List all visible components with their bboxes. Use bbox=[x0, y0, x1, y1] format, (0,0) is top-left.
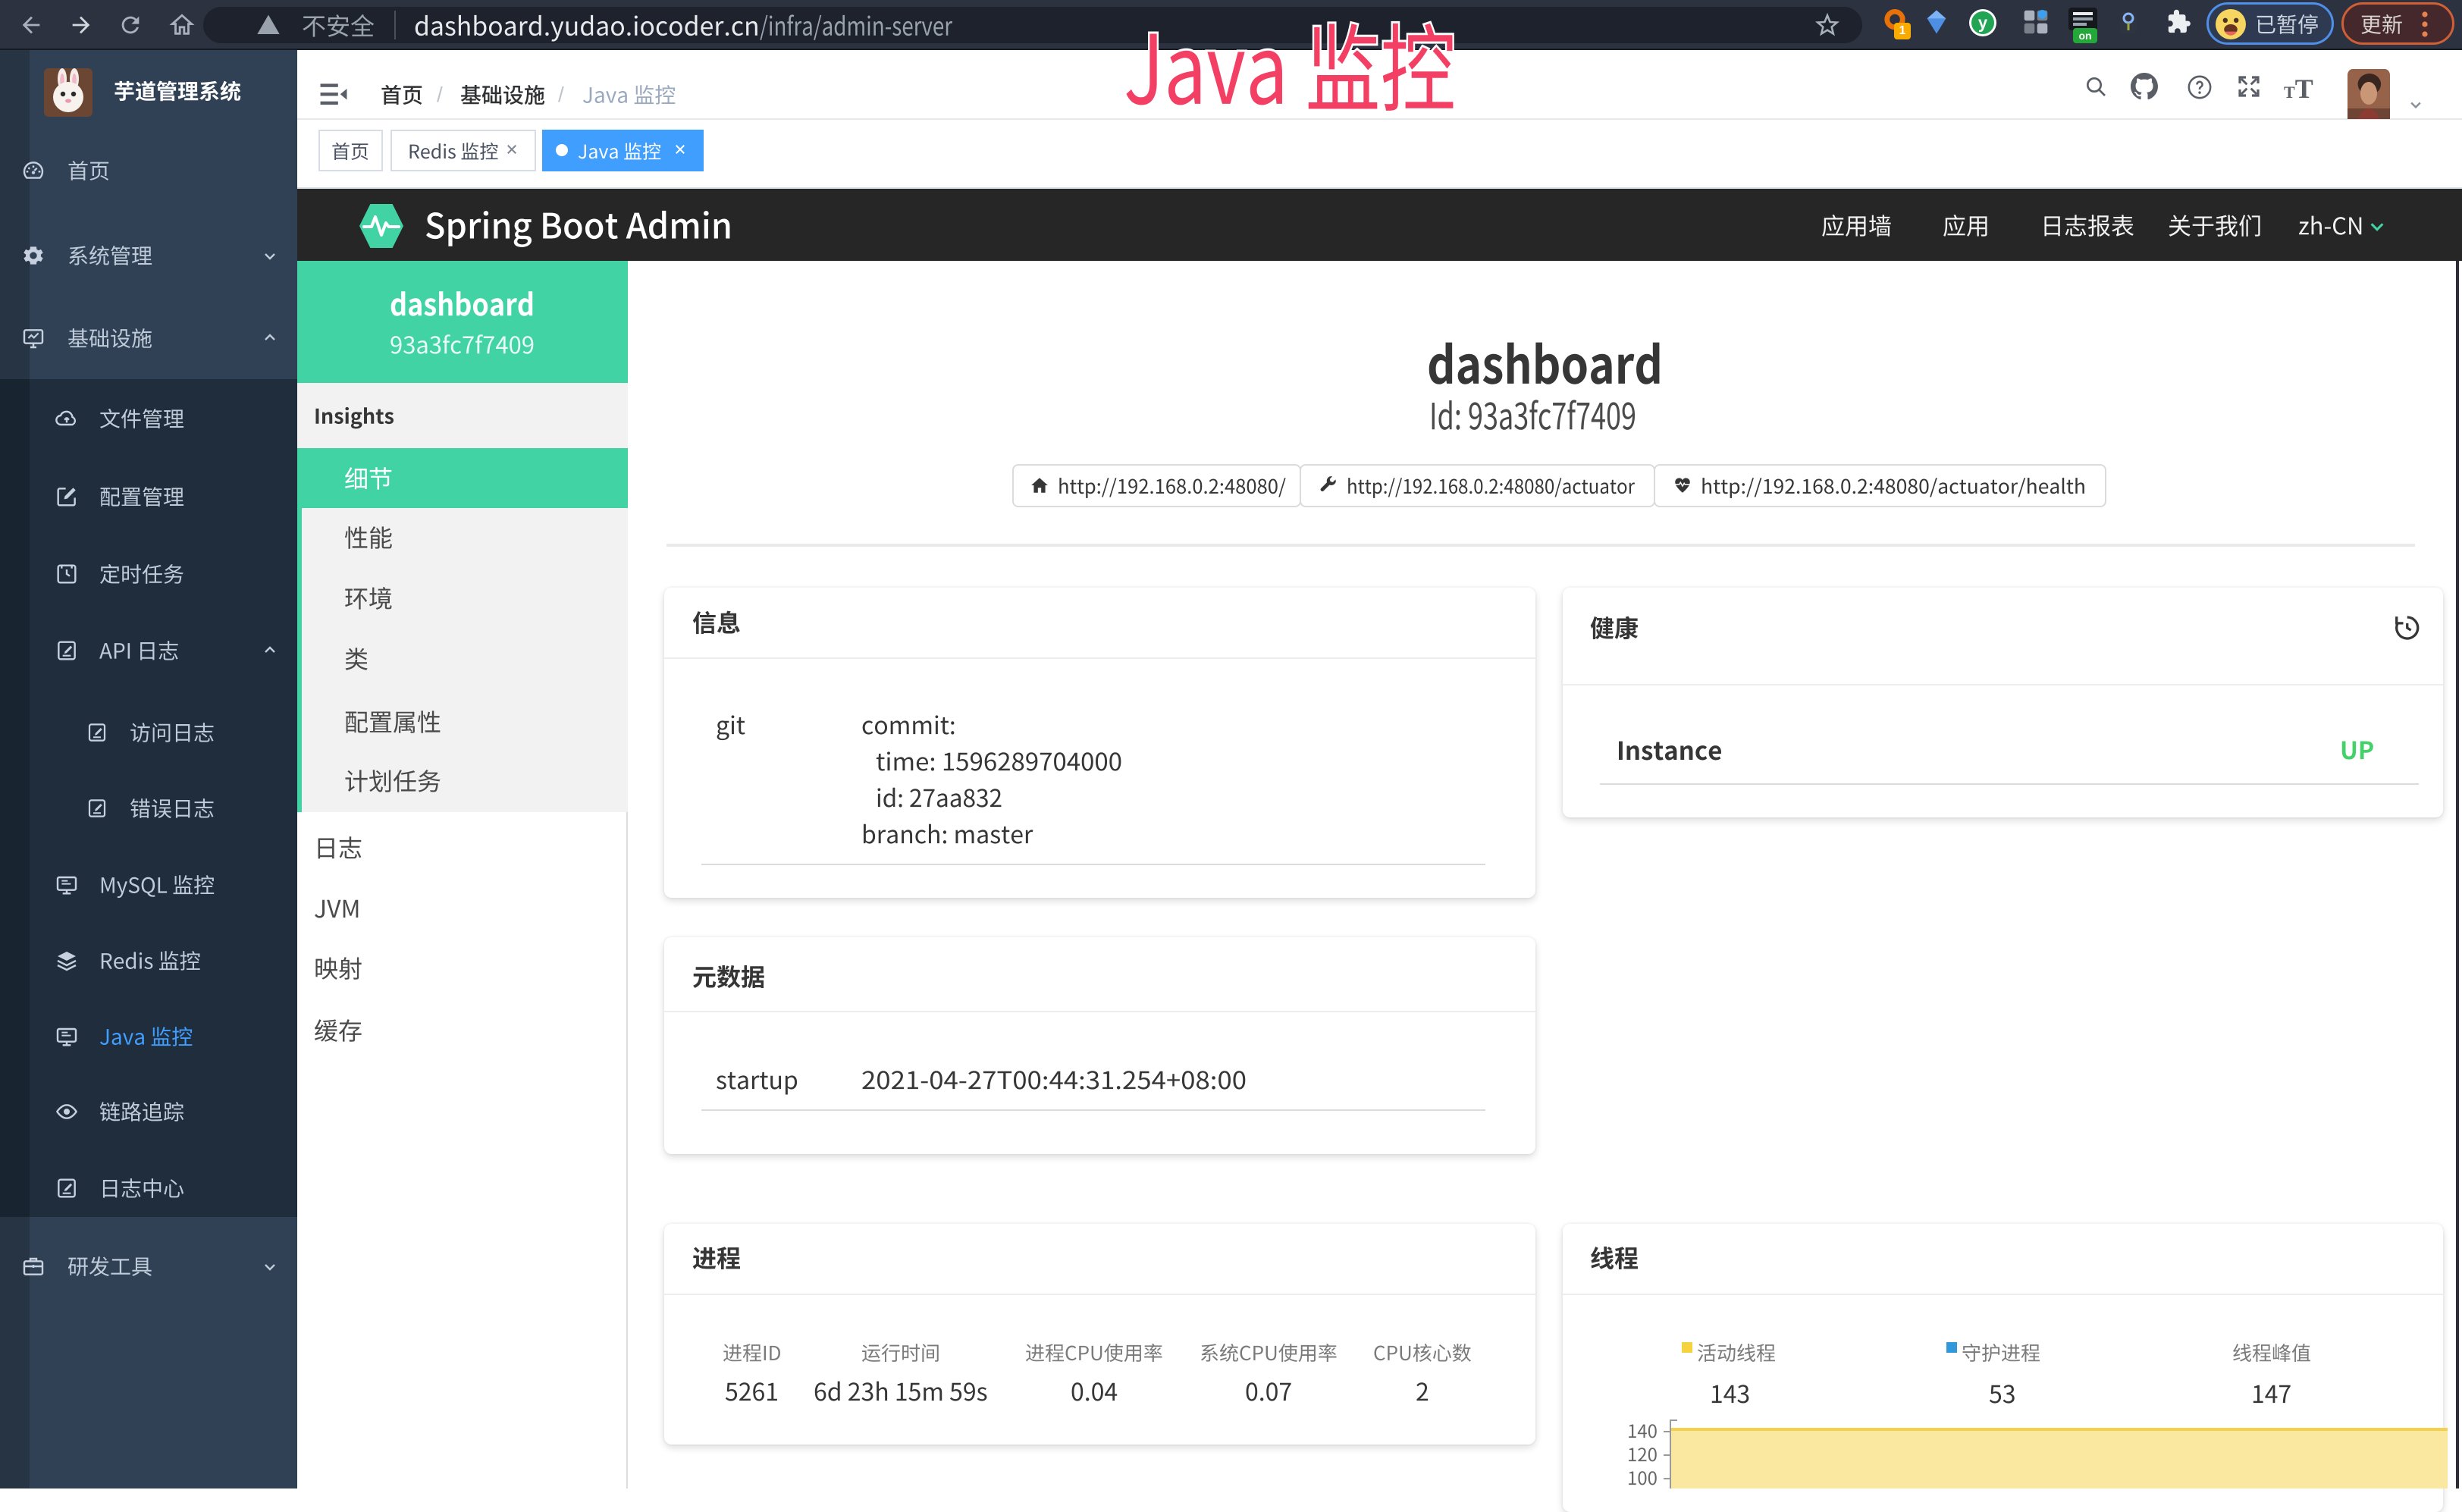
svg-text:y: y bbox=[1978, 14, 1988, 33]
